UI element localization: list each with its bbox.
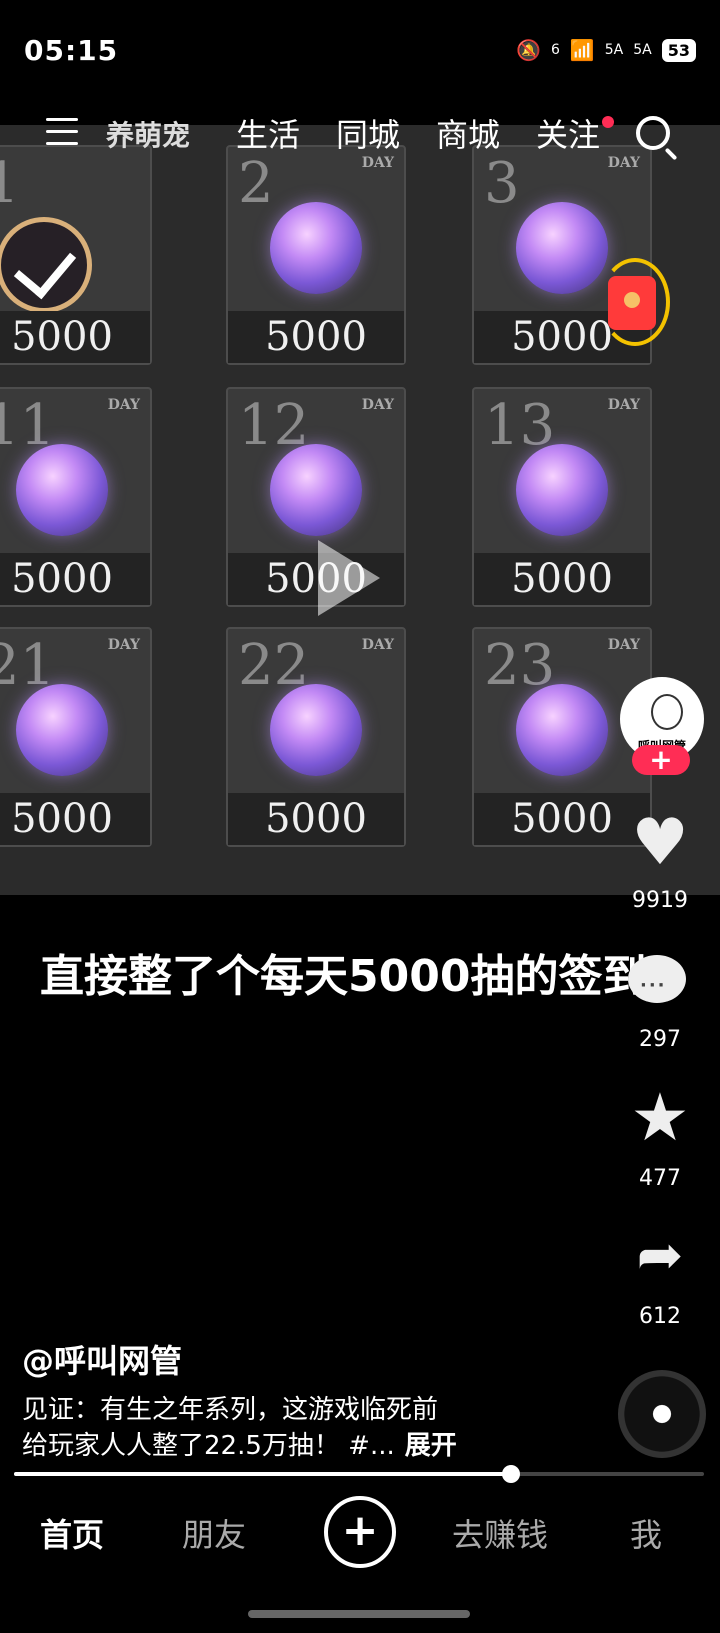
heart-gem-icon (270, 684, 362, 777)
red-packet-button[interactable] (600, 258, 672, 348)
heart-gem-icon (16, 444, 108, 537)
wifi-icon: 📶 (569, 38, 595, 62)
nav-earn[interactable]: 去赚钱 (452, 1510, 548, 1556)
tab-pet[interactable]: 养萌宠 (106, 114, 190, 154)
search-icon[interactable] (636, 116, 670, 150)
progress-fill (14, 1472, 511, 1476)
day-tile: 11 DAY 5000 (0, 387, 152, 607)
heart-gem-icon (16, 684, 108, 777)
expand-link[interactable]: 展开 (405, 1431, 457, 1461)
day-tile: 1 5000 (0, 145, 152, 365)
wifi-signal: 6 (550, 42, 560, 58)
play-icon[interactable] (318, 540, 380, 616)
day-number: 3 (484, 151, 520, 216)
favorite-count: 477 (639, 1166, 681, 1191)
nav-me[interactable]: 我 (630, 1510, 662, 1556)
heart-gem-icon (516, 202, 608, 295)
progress-knob[interactable] (501, 1465, 520, 1483)
star-icon[interactable]: ★ (628, 1085, 692, 1151)
tile-amount: 5000 (0, 553, 150, 605)
post-description: 见证：有生之年系列，这游戏临死前 给玩家人人整了22.5万抽！ #... 展开 (22, 1392, 582, 1464)
tile-amount: 5000 (0, 793, 150, 845)
day-tag: DAY (607, 397, 640, 413)
like-count: 9919 (632, 888, 688, 913)
day-tag: DAY (107, 637, 140, 653)
day-tile: 21 DAY 5000 (0, 627, 152, 847)
day-tile: 13 DAY 5000 (472, 387, 652, 607)
status-icons: 🔕 6 📶 5A 5A 53 (516, 38, 696, 62)
day-number: 2 (238, 151, 274, 216)
tile-amount: 5000 (0, 311, 150, 363)
day-tag: DAY (107, 397, 140, 413)
heart-gem-icon (270, 444, 362, 537)
day-tag: DAY (607, 637, 640, 653)
menu-icon[interactable] (46, 118, 78, 146)
avatar-face-icon (651, 694, 683, 730)
share-count: 612 (639, 1304, 681, 1329)
tile-amount: 5000 (228, 793, 404, 845)
day-tag: DAY (607, 155, 640, 171)
day-tag: DAY (361, 637, 394, 653)
tile-amount: 5000 (474, 553, 650, 605)
signal-label-1: 5A (604, 42, 624, 58)
video-player[interactable]: 1 5000 2 DAY 5000 3 DAY 5000 11 DAY 5000… (0, 125, 720, 895)
description-line: 给玩家人人整了22.5万抽！ #... (22, 1431, 395, 1461)
day-tag: DAY (361, 397, 394, 413)
comment-icon[interactable]: ··· (628, 955, 692, 1011)
heart-icon[interactable]: ♥ (628, 811, 692, 875)
share-icon[interactable]: ➦ (628, 1228, 692, 1284)
video-caption: 直接整了个每天5000抽的签到 (40, 951, 647, 1002)
nav-friends[interactable]: 朋友 (182, 1510, 246, 1556)
music-disc-icon[interactable] (618, 1370, 706, 1458)
nav-home[interactable]: 首页 (40, 1510, 104, 1556)
tab-mall[interactable]: 商城 (436, 110, 500, 156)
heart-gem-icon (516, 684, 608, 777)
heart-gem-icon (270, 202, 362, 295)
day-tag: DAY (361, 155, 394, 171)
home-indicator (248, 1610, 470, 1618)
day-tile: 22 DAY 5000 (226, 627, 406, 847)
create-button[interactable]: + (324, 1496, 396, 1568)
heart-gem-icon (516, 444, 608, 537)
signal-label-2: 5A (633, 42, 652, 58)
follow-button[interactable]: + (632, 745, 690, 775)
tab-local[interactable]: 同城 (336, 110, 400, 156)
day-number: 1 (0, 151, 20, 216)
clock: 05:15 (24, 34, 119, 67)
battery-icon: 53 (661, 38, 696, 62)
red-envelope-icon (608, 276, 656, 330)
tile-amount: 5000 (474, 793, 650, 845)
tab-following[interactable]: 关注 (536, 110, 600, 156)
mute-icon: 🔕 (516, 38, 541, 62)
checkmark-icon (0, 217, 92, 313)
tab-life[interactable]: 生活 (236, 110, 300, 156)
author-name[interactable]: @呼叫网管 (22, 1336, 182, 1382)
description-line: 见证：有生之年系列，这游戏临死前 (22, 1395, 439, 1425)
day-tile: 2 DAY 5000 (226, 145, 406, 365)
tile-amount: 5000 (228, 311, 404, 363)
comment-count: 297 (639, 1027, 681, 1052)
notification-dot (602, 116, 614, 128)
